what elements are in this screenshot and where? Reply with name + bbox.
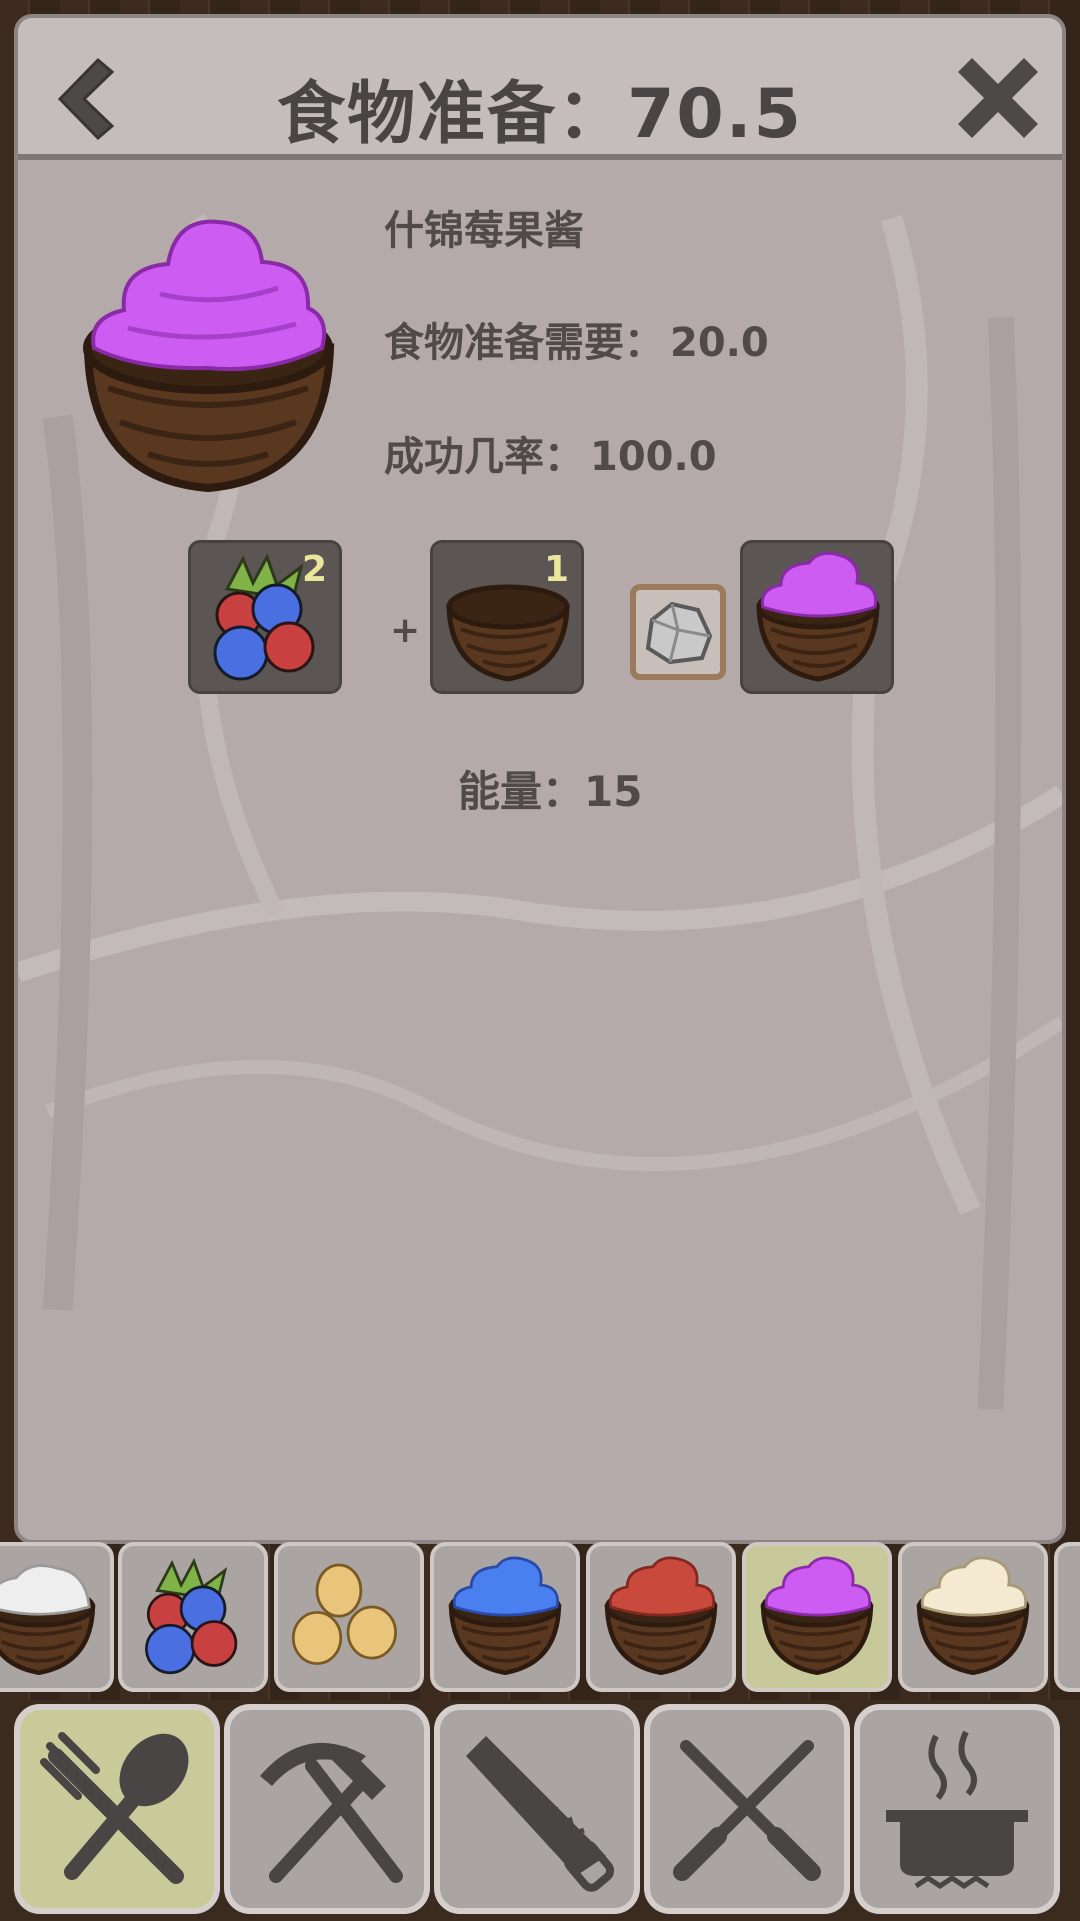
panel-header: 食物准备：70.5 xyxy=(18,18,1062,160)
page-title: 食物准备：70.5 xyxy=(277,75,803,154)
berry-jam-icon xyxy=(749,551,887,687)
recipe-list[interactable] xyxy=(0,1540,1080,1696)
cream-icon xyxy=(910,1556,1036,1680)
recipe-item-partial[interactable] xyxy=(1054,1542,1080,1692)
tab-tools[interactable] xyxy=(224,1704,430,1914)
recipe-item-berries[interactable] xyxy=(118,1542,268,1692)
recipe-item-berry-jam[interactable] xyxy=(742,1542,892,1692)
energy-value: 15 xyxy=(584,767,643,816)
coconut-flakes-icon xyxy=(0,1564,102,1680)
requirement-value: 20.0 xyxy=(670,320,769,366)
nuts-icon xyxy=(291,1563,397,1665)
recipe-item-nuts[interactable] xyxy=(274,1542,424,1692)
recipe-item-coconut-flakes[interactable] xyxy=(0,1542,114,1692)
plus-sign: + xyxy=(390,610,421,651)
category-bar xyxy=(0,1700,1080,1921)
success-row: 成功几率： 100.0 xyxy=(384,424,717,482)
pickaxe-hammer-icon xyxy=(260,1742,403,1883)
recipe-item-red-jam[interactable] xyxy=(586,1542,736,1692)
berries-icon xyxy=(145,1559,238,1675)
recipe-item-cream[interactable] xyxy=(898,1542,1048,1692)
ingredient-slot-coconut-shell[interactable]: 1 xyxy=(430,540,584,694)
ingredient-count: 2 xyxy=(301,549,327,590)
stone-icon xyxy=(645,601,713,665)
energy-label: 能量： xyxy=(458,767,585,816)
knives-icon xyxy=(673,1740,821,1881)
requirement-row: 食物准备需要： 20.0 xyxy=(384,310,769,368)
energy-row: 能量：15 xyxy=(458,758,642,819)
tab-weapons[interactable] xyxy=(644,1704,850,1914)
requirement-label: 食物准备需要： xyxy=(384,320,664,366)
tool-slot[interactable] xyxy=(630,584,726,680)
cooking-pot-icon xyxy=(886,1730,1028,1890)
ingredient-slot-berries[interactable]: 2 xyxy=(188,540,342,694)
recipe-panel: 食物准备：70.5 什锦莓果酱 食物准备需要： 20.0 成功几率： 100.0 2… xyxy=(14,14,1066,1544)
tab-crafting[interactable] xyxy=(434,1704,640,1914)
success-label: 成功几率： xyxy=(384,434,584,480)
close-icon xyxy=(958,58,1038,138)
saw-icon xyxy=(466,1736,615,1892)
fork-spoon-icon xyxy=(40,1732,189,1884)
recipe-preview-icon xyxy=(83,219,335,493)
blue-jam-icon xyxy=(442,1556,568,1680)
tab-food[interactable] xyxy=(14,1704,220,1914)
result-slot[interactable] xyxy=(740,540,894,694)
tab-cooking[interactable] xyxy=(854,1704,1060,1914)
red-jam-icon xyxy=(598,1556,724,1680)
recipe-name: 什锦莓果酱 xyxy=(384,208,584,254)
berry-jam-icon xyxy=(754,1556,880,1680)
success-value: 100.0 xyxy=(590,434,717,480)
close-button[interactable] xyxy=(948,48,1048,148)
ingredient-count: 1 xyxy=(543,549,569,590)
recipe-item-blue-jam[interactable] xyxy=(430,1542,580,1692)
